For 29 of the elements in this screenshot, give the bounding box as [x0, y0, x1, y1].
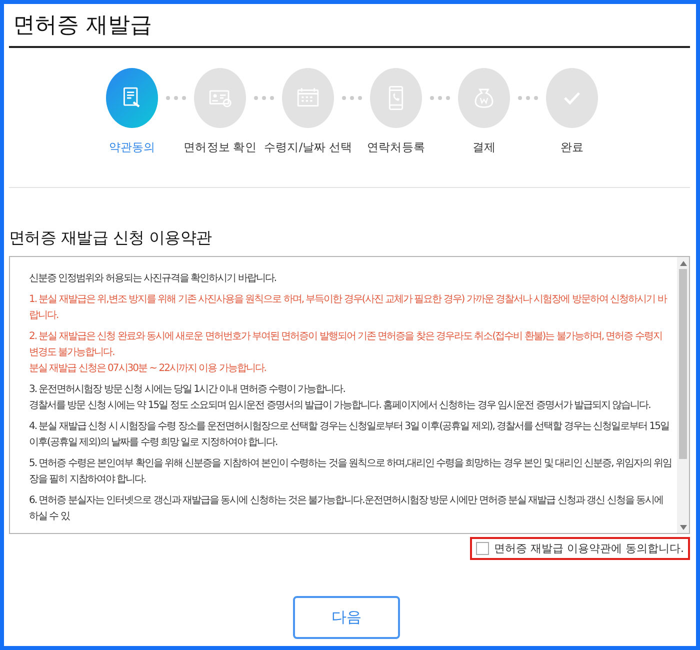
- dots-icon: [518, 96, 538, 100]
- agree-checkbox[interactable]: 면허증 재발급 이용약관에 동의합니다.: [470, 537, 690, 560]
- dots-icon: [254, 96, 274, 100]
- step-label: 완료: [560, 140, 584, 155]
- next-button[interactable]: 다음: [293, 596, 400, 639]
- page-title: 면허증 재발급: [9, 4, 690, 48]
- scroll-up-icon[interactable]: [680, 260, 686, 266]
- checkbox[interactable]: [476, 542, 489, 555]
- step-label: 약관동의: [108, 140, 156, 155]
- terms-text: 분실 재발급 신청은 07시30분 ~ 22시까지 이용 가능합니다.: [29, 362, 267, 376]
- step-label: 연락처등록: [366, 140, 425, 155]
- scrollbar[interactable]: [677, 257, 689, 533]
- section-heading: 면허증 재발급 신청 이용약관: [9, 228, 213, 249]
- terms-text: 1. 분실 재발급은 위,변조 방지를 위해 기존 사진사용을 원칙으로 하며, 부득이한 경우(사진 교체가 필요한 경우) 가까운 경찰서나 시험장에 방문하여 신청하시기 바랍니다.: [29, 293, 668, 323]
- terms-text: 경찰서를 방문 신청 시에는 약 15일 정도 소요되며 임시운전 증명서의 발급이 가능합니다. 홈페이지에서 신청하는 경우 임시운전 증명서가 발급되지 않습니다.: [29, 399, 652, 413]
- scroll-down-icon[interactable]: [680, 524, 686, 530]
- terms-text: 6. 면허증 분실자는 인터넷으로 갱신과 재발급을 동시에 신청하는 것은 불가능합니다.운전면허시험장 방문 시에만 면허증 분실 재발급 신청과 갱신 신청을 동시에 하실 수 있: [29, 494, 664, 524]
- dots-icon: [342, 96, 362, 100]
- terms-text: 2. 분실 재발급은 신청 완료와 동시에 새로운 면허번호가 부여된 면허증이 발행되어 기존 면허증을 찾은 경우라도 취소(접수비 환불)는 불가능하며, 면허증 수령지 변경도 불가능합니다.: [29, 330, 663, 360]
- terms-text: 5. 면허증 수령은 본인여부 확인을 위해 신분증을 지참하여 본인이 수령하는 것을 원칙으로 하며,대리인 수령을 희망하는 경우 본인 및 대리인 신분증, 위임자의 위임장을 필히 지참하여야 합니다.: [29, 457, 673, 487]
- terms-text: 4. 분실 재발급 신청 시 시험장을 수령 장소를 운전면허시험장으로 선택할 경우는 신청일로부터 3일 이후(공휴일 제외), 경찰서를 선택할 경우는 신청일로부터 15일 이후(공휴일 제외)의 날짜를 수령 희망 일로 지정하여야 합니다.: [29, 420, 670, 450]
- terms-text: 신분증 인정범위와 허용되는 사진규격을 확인하시기 바랍니다.: [29, 272, 278, 286]
- agree-label: 면허증 재발급 이용약관에 동의합니다.: [494, 541, 684, 556]
- step-label: 수령지/날짜 선택: [264, 140, 352, 155]
- step-label: 면허정보 확인: [184, 140, 256, 155]
- terms-text: 3. 운전면허시험장 방문 신청 시에는 당일 1시간 이내 면허증 수령이 가능합니다.: [29, 383, 346, 397]
- dots-icon: [430, 96, 450, 100]
- step-label: 결제: [472, 140, 496, 155]
- dots-icon: [166, 96, 186, 100]
